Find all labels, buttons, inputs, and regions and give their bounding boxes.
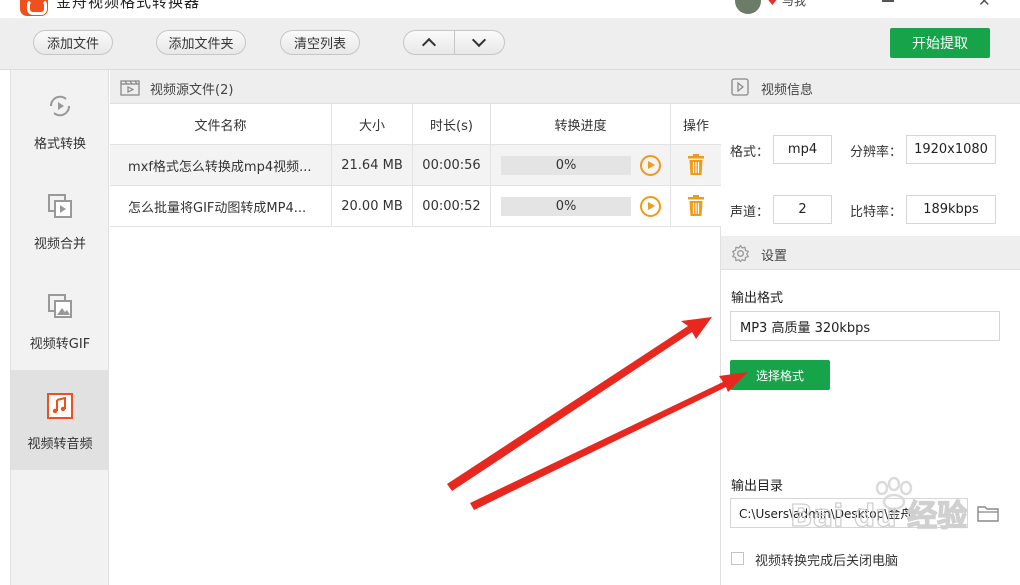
progress-cell: 0% (491, 145, 671, 185)
sidebar-item-format-convert[interactable]: 格式转换 (11, 70, 109, 170)
trash-icon[interactable] (686, 195, 706, 217)
file-name: 怎么批量将GIF动图转成MP4... (110, 186, 332, 226)
clear-list-button[interactable]: 清空列表 (280, 30, 360, 55)
folder-icon[interactable] (977, 504, 999, 522)
progress-bar: 0% (501, 197, 631, 216)
column-header-progress: 转换进度 (491, 104, 671, 144)
user-name[interactable]: 与我 (782, 0, 806, 9)
close-icon[interactable]: ✕ (978, 0, 991, 10)
shutdown-checkbox[interactable] (731, 552, 744, 565)
move-down-button[interactable] (453, 31, 505, 54)
resolution-label: 分辨率： (850, 145, 903, 160)
table-header: 文件名称 大小 时长(s) 转换进度 操作 (110, 104, 721, 145)
right-panel: 视频信息 格式： mp4 分辨率： 1920x1080 声道： 2 比特率： 1… (721, 70, 1020, 585)
progress-cell: 0% (491, 186, 671, 226)
progress-bar: 0% (501, 156, 631, 175)
file-list-title: 视频源文件(2) (150, 83, 234, 98)
gif-image-icon (48, 294, 72, 318)
start-extract-button[interactable]: 开始提取 (890, 28, 990, 58)
output-format-label: 输出格式 (731, 291, 784, 306)
play-icon[interactable] (640, 196, 661, 217)
sidebar-item-label: 视频转GIF (29, 337, 91, 352)
chevron-up-icon (421, 37, 436, 53)
format-convert-icon (49, 95, 71, 117)
table-row[interactable]: 怎么批量将GIF动图转成MP4... 20.00 MB 00:00:52 0% (110, 186, 721, 227)
file-list-panel: 视频源文件(2) 文件名称 大小 时长(s) 转换进度 操作 mxf格式怎么转换… (110, 70, 721, 585)
file-list-header: 视频源文件(2) (110, 70, 721, 104)
app-title: 金舟视频格式转换器 (56, 0, 201, 11)
column-header-size: 大小 (332, 104, 413, 144)
output-format-field[interactable]: MP3 高质量 320kbps (730, 311, 1000, 341)
file-duration: 00:00:52 (413, 186, 491, 226)
clapperboard-icon (120, 80, 140, 96)
sidebar-item-label: 格式转换 (33, 137, 86, 152)
bitrate-value: 189kbps (906, 195, 996, 224)
output-dir-field[interactable]: C:\Users\admin\Desktop\金舟 (730, 498, 968, 528)
sidebar-item-video-audio[interactable]: 视频转音频 (11, 370, 109, 470)
sidebar-item-video-gif[interactable]: 视频转GIF (11, 270, 109, 370)
video-info-title: 视频信息 (761, 83, 814, 98)
file-size: 21.64 MB (332, 145, 413, 185)
add-file-button[interactable]: 添加文件 (33, 30, 113, 55)
settings-title: 设置 (761, 249, 788, 264)
trash-icon[interactable] (686, 154, 706, 176)
bitrate-label: 比特率： (850, 205, 903, 220)
action-cell (671, 186, 721, 226)
settings-header: 设置 (721, 236, 1020, 270)
sidebar-item-label: 视频转音频 (27, 437, 93, 452)
shutdown-label: 视频转换完成后关闭电脑 (755, 554, 899, 569)
sidebar-item-label: 视频合并 (33, 237, 86, 252)
resolution-value: 1920x1080 (906, 135, 996, 164)
sidebar-item-video-merge[interactable]: 视频合并 (11, 170, 109, 270)
move-buttons (403, 30, 505, 55)
video-merge-icon (48, 194, 72, 218)
table-row[interactable]: mxf格式怎么转换成mp4视频... 21.64 MB 00:00:56 0% (110, 145, 721, 186)
column-header-duration: 时长(s) (413, 104, 491, 144)
title-bar: 金舟视频格式转换器 ♥ 与我 ✕ (0, 0, 1020, 18)
file-name: mxf格式怎么转换成mp4视频... (110, 145, 332, 185)
channel-value: 2 (773, 195, 832, 224)
channel-label: 声道： (730, 205, 770, 220)
user-avatar[interactable] (735, 0, 761, 14)
video-file-icon (731, 78, 749, 96)
heart-icon: ♥ (767, 0, 778, 8)
file-size: 20.00 MB (332, 186, 413, 226)
action-cell (671, 145, 721, 185)
chevron-down-icon (472, 32, 487, 48)
file-duration: 00:00:56 (413, 145, 491, 185)
choose-format-button[interactable]: 选择格式 (730, 360, 830, 390)
column-header-action: 操作 (682, 118, 709, 134)
minimize-icon[interactable] (882, 0, 894, 2)
column-header-name: 文件名称 (110, 104, 332, 144)
format-label: 格式： (730, 145, 770, 160)
play-icon[interactable] (640, 155, 661, 176)
toolbar: 添加文件 添加文件夹 清空列表 开始提取 (0, 18, 1020, 70)
music-note-icon (47, 393, 73, 419)
format-value: mp4 (773, 135, 832, 164)
output-dir-label: 输出目录 (731, 479, 784, 494)
move-up-button[interactable] (404, 31, 454, 54)
add-folder-button[interactable]: 添加文件夹 (156, 30, 246, 55)
app-logo-icon (20, 0, 48, 16)
video-info-header: 视频信息 (721, 70, 1020, 104)
gear-icon (732, 244, 749, 263)
sidebar: 格式转换 视频合并 视频转GIF 视频转音频 (10, 70, 109, 585)
